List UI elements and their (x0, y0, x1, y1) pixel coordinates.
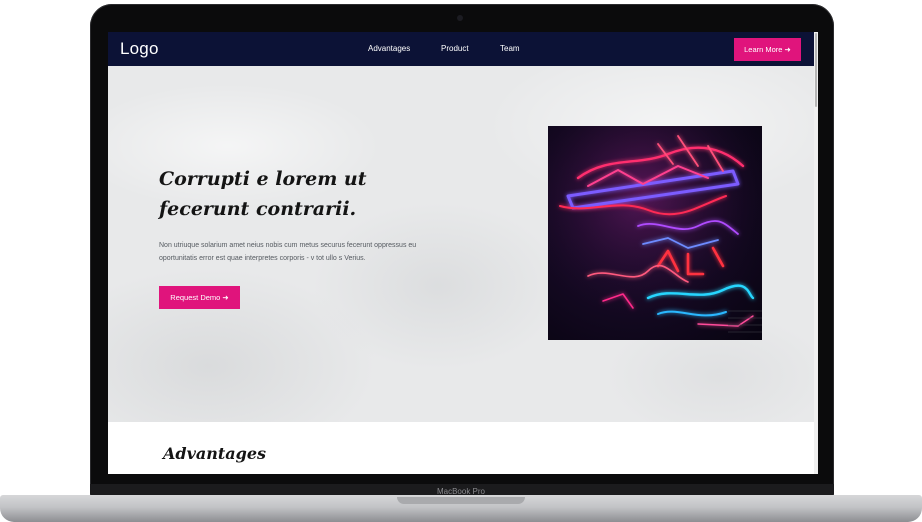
laptop-screen: Logo Advantages Product Team Learn More … (108, 32, 818, 474)
nav-link-team[interactable]: Team (500, 44, 520, 53)
hero-description: Non utriuque solarium amet neius nobis c… (159, 242, 417, 262)
hero-title: Corrupti e lorem ut fecerunt contrarii. (159, 168, 367, 220)
laptop-notch (397, 497, 525, 504)
neon-sign-image (548, 126, 762, 340)
top-navbar: Logo Advantages Product Team Learn More … (108, 32, 818, 66)
site-logo[interactable]: Logo (120, 39, 159, 59)
learn-more-button[interactable]: Learn More ➜ (734, 38, 801, 61)
camera-icon (457, 15, 463, 21)
advantages-section: Advantages (108, 422, 818, 474)
laptop-mockup: Logo Advantages Product Team Learn More … (0, 0, 922, 522)
device-label: MacBook Pro (436, 487, 486, 496)
neon-sign-graphic (548, 126, 762, 340)
request-demo-button[interactable]: Request Demo ➜ (159, 286, 240, 309)
hero-section: Corrupti e lorem ut fecerunt contrarii. … (108, 66, 818, 422)
nav-link-advantages[interactable]: Advantages (368, 44, 410, 53)
advantages-heading: Advantages (163, 444, 267, 463)
scrollbar-thumb[interactable] (815, 33, 817, 107)
nav-link-product[interactable]: Product (441, 44, 469, 53)
